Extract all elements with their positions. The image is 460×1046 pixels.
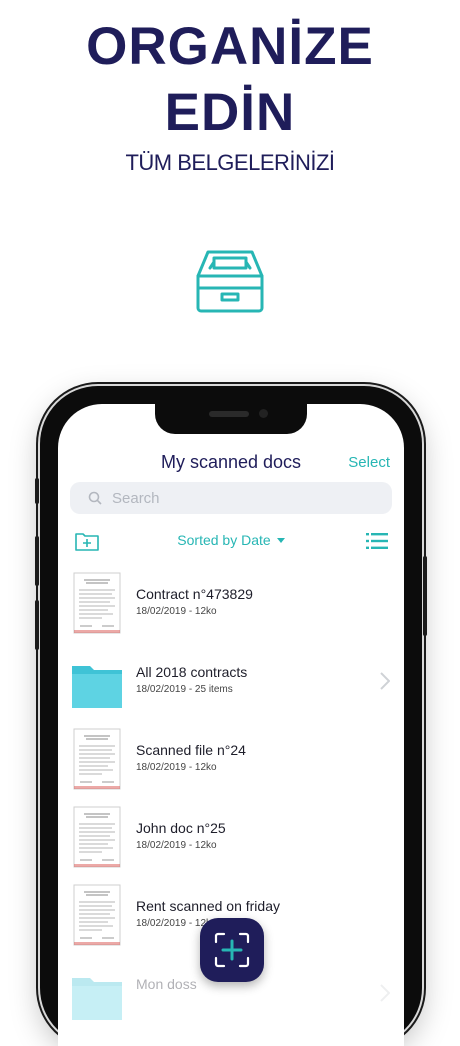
list-toolbar: Sorted by Date (58, 526, 404, 556)
scan-button[interactable] (200, 918, 264, 982)
list-item[interactable]: All 2018 contracts 18/02/2019 - 25 items (58, 642, 404, 720)
sort-dropdown[interactable]: Sorted by Date (177, 532, 285, 548)
list-item[interactable]: John doc n°25 18/02/2019 - 12ko (58, 798, 404, 876)
item-title: Scanned file n°24 (136, 742, 246, 758)
folder-icon (72, 978, 122, 1020)
headline-line-2: EDİN (164, 83, 296, 142)
list-item[interactable]: Contract n°473829 18/02/2019 - 12ko (58, 564, 404, 642)
app-screen: My scanned docs Select Sorted by Date (58, 404, 404, 1046)
scan-add-icon (214, 932, 250, 968)
chevron-right-icon (380, 672, 390, 690)
list-item[interactable]: Scanned file n°24 18/02/2019 - 12ko (58, 720, 404, 798)
item-title: Contract n°473829 (136, 586, 253, 602)
item-meta: 18/02/2019 - 25 items (136, 684, 233, 695)
search-icon (88, 491, 102, 505)
phone-notch (155, 404, 307, 434)
select-button[interactable]: Select (348, 454, 390, 471)
subheadline: TÜM BELGELERİNİZİ (125, 150, 335, 175)
phone-mockup: My scanned docs Select Sorted by Date (35, 386, 427, 1046)
item-meta: 18/02/2019 - 12ko (136, 840, 217, 851)
item-title: All 2018 contracts (136, 664, 248, 680)
inbox-tray-icon (196, 250, 264, 313)
sort-label: Sorted by Date (177, 532, 271, 548)
item-meta: 18/02/2019 - 12ko (136, 762, 217, 773)
document-thumbnail (73, 728, 121, 790)
search-input[interactable] (110, 488, 364, 508)
item-title: Rent scanned on friday (136, 898, 280, 914)
item-title: John doc n°25 (136, 820, 226, 836)
document-thumbnail (73, 806, 121, 868)
item-title: Mon doss (136, 976, 197, 992)
search-bar[interactable] (70, 482, 392, 514)
folder-icon (72, 666, 122, 708)
list-view-icon[interactable] (366, 532, 388, 550)
add-folder-icon[interactable] (74, 530, 100, 552)
caret-down-icon (276, 537, 285, 543)
document-thumbnail (73, 572, 121, 634)
item-meta: 18/02/2019 - 12ko (136, 606, 217, 617)
headline-line-1: ORGANİZE (86, 17, 374, 76)
document-thumbnail (73, 884, 121, 946)
chevron-right-icon (380, 984, 390, 1002)
